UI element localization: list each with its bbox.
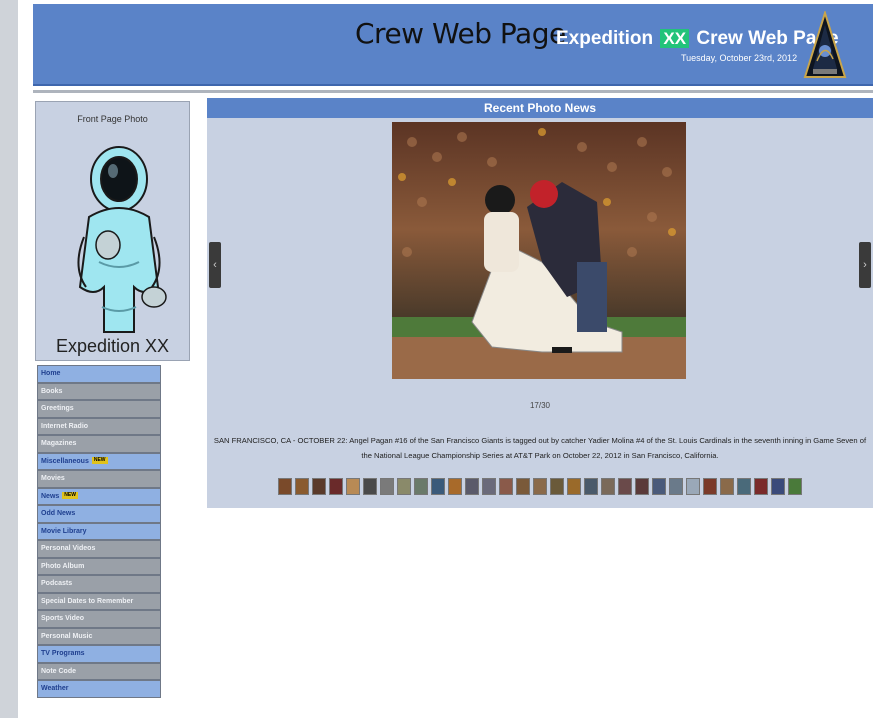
sidebar-item-news[interactable]: News NEW xyxy=(37,487,161,505)
brand-badge: XX xyxy=(660,29,690,48)
sidebar-nav: Home Books Greetings Internet Radio Magazine… xyxy=(37,365,161,698)
sidebar-item-label: Internet Radio xyxy=(41,422,89,430)
photo-thumbnail[interactable] xyxy=(278,478,292,495)
photo-caption: SAN FRANCISCO, CA - OCTOBER 22: Angel Pa… xyxy=(213,436,867,460)
photo-thumbnail[interactable] xyxy=(669,478,683,495)
photo-thumbnail[interactable] xyxy=(703,478,717,495)
page-frame: Crew Web Page Expedition XX Crew Web Pag… xyxy=(18,0,879,718)
photo-news-panel: Recent Photo News ‹ › 17/30 SAN FRANCISC… xyxy=(207,98,873,508)
sidebar-item-label: Magazines xyxy=(41,440,77,447)
next-photo-button[interactable]: › xyxy=(859,242,871,288)
photo-thumbnail[interactable] xyxy=(363,478,377,495)
sidebar-item-odd-news[interactable]: Odd News xyxy=(37,505,161,523)
sidebar-item-label: Sports Video xyxy=(41,615,85,622)
mission-patch-icon xyxy=(803,11,847,78)
photo-thumbnail[interactable] xyxy=(431,478,445,495)
sidebar-item-label: TV Programs xyxy=(41,650,85,657)
sidebar-item-label: Podcasts xyxy=(41,580,73,587)
sidebar-item-magazines[interactable]: Magazines xyxy=(37,435,161,453)
sidebar-item-note-code[interactable]: Note Code xyxy=(37,662,161,680)
photo-thumbnail[interactable] xyxy=(652,478,666,495)
photo-thumbnail[interactable] xyxy=(771,478,785,495)
photo-thumbnail[interactable] xyxy=(414,478,428,495)
header-banner: Crew Web Page Expedition XX Crew Web Pag… xyxy=(33,4,873,86)
prev-photo-button[interactable]: ‹ xyxy=(209,242,221,288)
sidebar-item-label: Special Dates to Remember xyxy=(41,597,134,605)
expedition-brand: Expedition XX Crew Web Page xyxy=(556,28,839,50)
photo-thumbnail[interactable] xyxy=(465,478,479,495)
sidebar-item-tv-programs[interactable]: TV Programs xyxy=(37,645,161,663)
sidebar-item-label: Weather xyxy=(41,685,69,692)
photo-thumbnail[interactable] xyxy=(295,478,309,495)
photo-thumbnail[interactable] xyxy=(737,478,751,495)
sidebar-item-special-dates-to-remember[interactable]: Special Dates to Remember xyxy=(37,592,161,610)
sidebar-item-label: Odd News xyxy=(41,510,76,517)
sidebar-item-label: Personal Music xyxy=(41,632,93,640)
photo-thumbnail[interactable] xyxy=(380,478,394,495)
chevron-left-icon: ‹ xyxy=(213,259,217,271)
sidebar-item-personal-music[interactable]: Personal Music xyxy=(37,627,161,645)
sidebar-item-label: Photo Album xyxy=(41,562,85,570)
brand-prefix: Expedition xyxy=(556,28,654,49)
sidebar-item-books[interactable]: Books xyxy=(37,382,161,400)
front-page-photo[interactable]: Front Page Photo Expedition XX xyxy=(35,101,190,361)
sidebar-item-photo-album[interactable]: Photo Album xyxy=(37,557,161,575)
sidebar-item-label: News xyxy=(41,492,60,500)
photo-thumbnail[interactable] xyxy=(550,478,564,495)
photo-thumbnail[interactable] xyxy=(448,478,462,495)
sidebar-item-movies[interactable]: Movies xyxy=(37,470,161,488)
sidebar-item-weather[interactable]: Weather xyxy=(37,680,161,698)
news-title: Recent Photo News xyxy=(207,98,873,118)
sidebar-item-sports-video[interactable]: Sports Video xyxy=(37,610,161,628)
sidebar-item-label: Greetings xyxy=(41,405,74,412)
astronaut-icon xyxy=(77,146,167,333)
sidebar-item-miscellaneous[interactable]: Miscellaneous NEW xyxy=(37,452,161,470)
photo-thumbnail[interactable] xyxy=(516,478,530,495)
photo-thumbnail[interactable] xyxy=(533,478,547,495)
header-date: Tuesday, October 23rd, 2012 xyxy=(681,53,798,63)
photo-thumbnail[interactable] xyxy=(584,478,598,495)
photo-thumbnail[interactable] xyxy=(312,478,326,495)
sidebar-item-label: Books xyxy=(41,387,63,395)
main-news-photo[interactable] xyxy=(392,122,686,379)
photo-thumbnail[interactable] xyxy=(397,478,411,495)
header-divider xyxy=(33,90,873,93)
front-photo-label: Front Page Photo xyxy=(77,114,148,124)
photo-thumbnail[interactable] xyxy=(482,478,496,495)
sidebar-item-label: Miscellaneous xyxy=(41,457,89,465)
photo-thumbnail[interactable] xyxy=(346,478,360,495)
photo-thumbnail[interactable] xyxy=(686,478,700,495)
photo-thumbnail[interactable] xyxy=(788,478,802,495)
photo-thumbnail[interactable] xyxy=(720,478,734,495)
sidebar-item-podcasts[interactable]: Podcasts xyxy=(37,575,161,593)
photo-counter: 17/30 xyxy=(529,401,551,410)
page-title: Crew Web Page xyxy=(355,17,566,50)
sidebar-item-label: Home xyxy=(41,370,61,377)
photo-thumbnail[interactable] xyxy=(329,478,343,495)
sidebar-item-label: Note Code xyxy=(41,667,76,675)
sidebar-item-personal-videos[interactable]: Personal Videos xyxy=(37,540,161,558)
sidebar-item-label: Personal Videos xyxy=(41,545,96,552)
photo-thumbnail[interactable] xyxy=(567,478,581,495)
photo-thumbnail[interactable] xyxy=(499,478,513,495)
sidebar-item-movie-library[interactable]: Movie Library xyxy=(37,522,161,540)
front-photo-caption: Expedition XX xyxy=(55,336,170,356)
sidebar-item-internet-radio[interactable]: Internet Radio xyxy=(37,417,161,435)
sidebar-item-greetings[interactable]: Greetings xyxy=(37,400,161,418)
new-badge: NEW xyxy=(91,457,108,465)
chevron-right-icon: › xyxy=(863,259,867,271)
sidebar-item-label: Movies xyxy=(41,475,65,482)
thumbnail-strip xyxy=(207,478,873,495)
photo-thumbnail[interactable] xyxy=(601,478,615,495)
photo-thumbnail[interactable] xyxy=(618,478,632,495)
photo-thumbnail[interactable] xyxy=(635,478,649,495)
photo-thumbnail[interactable] xyxy=(754,478,768,495)
sidebar-item-label: Movie Library xyxy=(41,527,87,535)
new-badge: NEW xyxy=(62,492,78,500)
sidebar-item-home[interactable]: Home xyxy=(37,365,161,383)
